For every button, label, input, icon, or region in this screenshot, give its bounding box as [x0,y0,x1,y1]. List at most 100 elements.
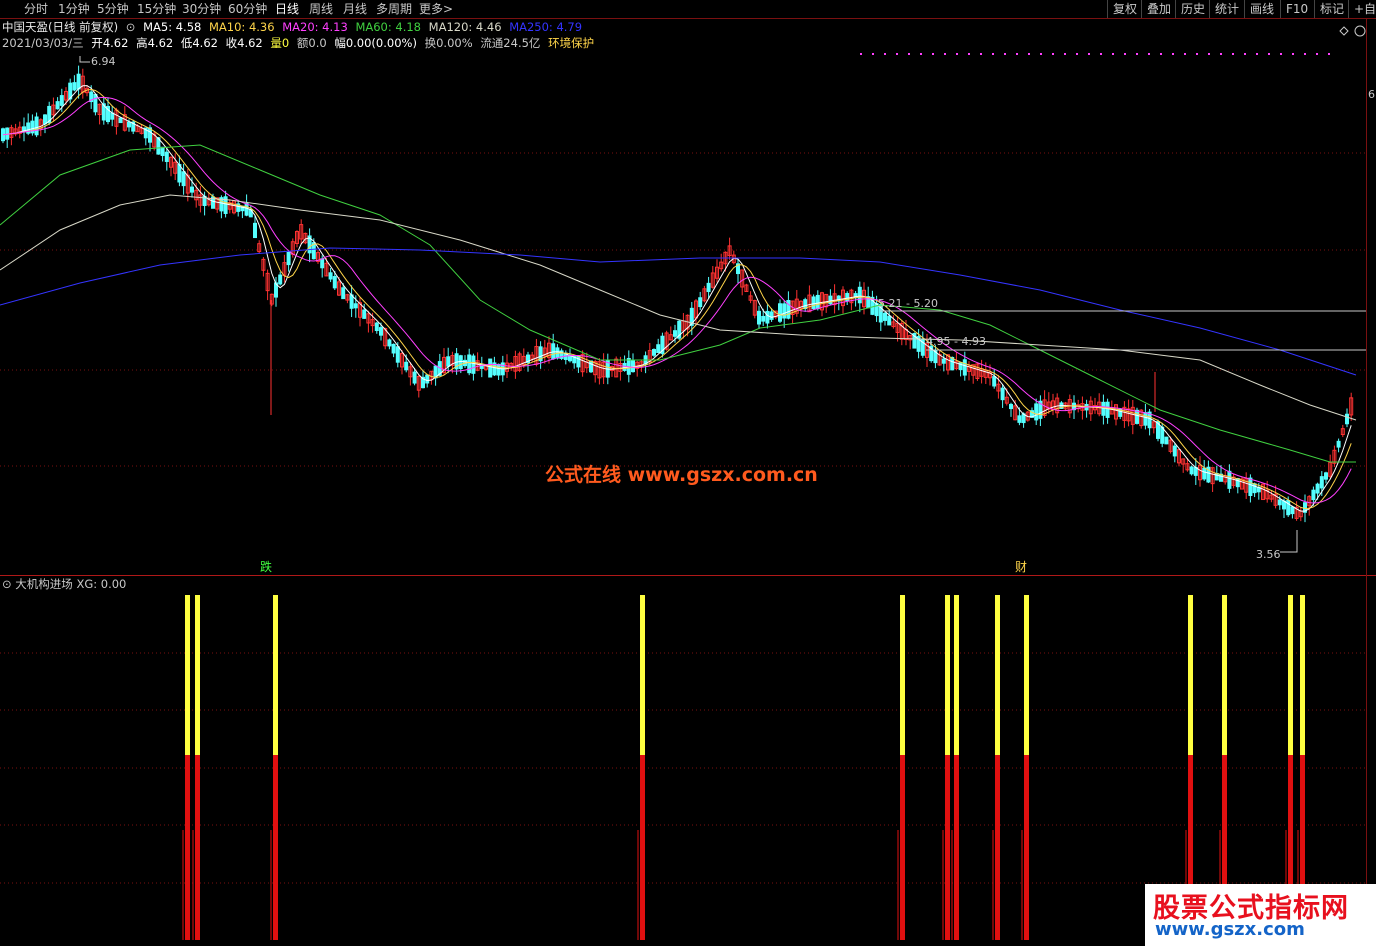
signal-bar-top [1300,595,1305,755]
site-logo: 股票公式指标网 www.gszx.com [1145,884,1376,946]
top-dot-marker [1076,53,1078,55]
candle-body [883,312,887,321]
signal-bar-top [1222,595,1227,755]
top-dot-marker [1292,53,1294,55]
top-dot-marker [992,53,994,55]
candle-body [160,146,165,157]
candle-body [496,363,501,376]
candle-body [34,116,39,136]
candle-body [391,343,396,354]
candle-body [374,322,379,332]
signal-bar-top [1024,595,1029,755]
top-dot-marker [1256,53,1258,55]
candle-body [782,303,787,319]
candle-body [55,101,60,110]
top-dot-marker [1052,53,1054,55]
candle-body [706,282,711,293]
right-axis-label: 6 [1368,88,1375,101]
candle-body [631,359,635,373]
candle-body [887,315,892,326]
candle-body [673,330,677,337]
candle-body [1164,436,1169,445]
top-dot-marker [1016,53,1018,55]
candle-body [148,127,152,143]
settings-circle-icon [1354,25,1366,37]
sub-chart-header: ⊙ 大机构进场 XG: 0.00 [2,577,126,592]
top-dot-marker [908,53,910,55]
candle-body [387,339,392,347]
ma5-line [2,85,1352,512]
top-dot-marker [1148,53,1150,55]
sub-chart-title: 大机构进场 [15,577,73,591]
candle-body [1324,472,1328,480]
top-dot-marker [1004,53,1006,55]
candle-body [362,309,367,319]
low-price-label: 3.56 [1256,548,1281,561]
zone-label-2: 4.95 - 4.93 [926,335,986,348]
candle-body [127,121,131,128]
candle-body [1017,415,1022,423]
candle-body [757,310,761,325]
top-dot-marker [1268,53,1270,55]
signal-bar-bottom [945,755,950,940]
top-dot-marker [932,53,934,55]
candle-body [43,114,47,125]
signal-bar-top [900,595,905,755]
zone-label-1: 5.21 - 5.20 [878,297,938,310]
candle-body [253,222,257,239]
ma20-line [2,96,1352,504]
signal-bar-bottom [1024,755,1029,940]
candle-body [118,117,123,124]
candle-body [1000,387,1005,401]
top-dot-marker [980,53,982,55]
candle-body [1189,466,1194,475]
candle-body [320,258,325,269]
signal-bar-top [273,595,278,755]
top-dot-marker [860,53,862,55]
candle-body [656,344,661,354]
signal-bar-top [954,595,959,755]
candle-body [1277,499,1282,506]
candle-body [76,73,81,90]
candle-body [59,95,64,106]
candle-body [950,356,955,371]
top-dot-marker [1280,53,1282,55]
candle-body [1135,409,1139,424]
candle-body [992,376,997,387]
marker-wealth: 财 [1015,560,1028,574]
candle-body [328,272,333,280]
top-dot-marker [1160,53,1162,55]
candle-body [1034,403,1039,421]
logo-sub-text: www.gszx.com [1155,919,1305,940]
collapse-icon[interactable]: ⊙ [2,577,12,591]
candle-body [1319,476,1324,489]
top-dot-marker [1088,53,1090,55]
candle-body [551,343,556,360]
candle-body [458,355,463,370]
candle-body [412,371,417,384]
candle-body [1345,413,1349,425]
candle-body [761,315,766,322]
candle-body [778,303,782,322]
candle-body [1235,478,1240,488]
candle-body [1172,445,1177,457]
diamond-icon [1339,26,1349,36]
signal-bar-bottom [195,755,200,940]
candle-body [941,358,946,364]
top-dot-marker [1304,53,1306,55]
candle-body [1290,506,1295,515]
marker-fall: 跌 [260,560,273,574]
signal-bar-top [995,595,1000,755]
top-dot-marker [1136,53,1138,55]
signal-bar-top [945,595,950,755]
top-dot-marker [1040,53,1042,55]
candle-body [190,186,194,193]
candle-body [425,374,430,384]
high-pointer [79,56,90,63]
candle-body [467,354,472,374]
top-dot-marker [1064,53,1066,55]
signal-bar-top [640,595,645,755]
candle-body [698,297,703,308]
top-dot-marker [944,53,946,55]
top-dot-marker [1172,53,1174,55]
